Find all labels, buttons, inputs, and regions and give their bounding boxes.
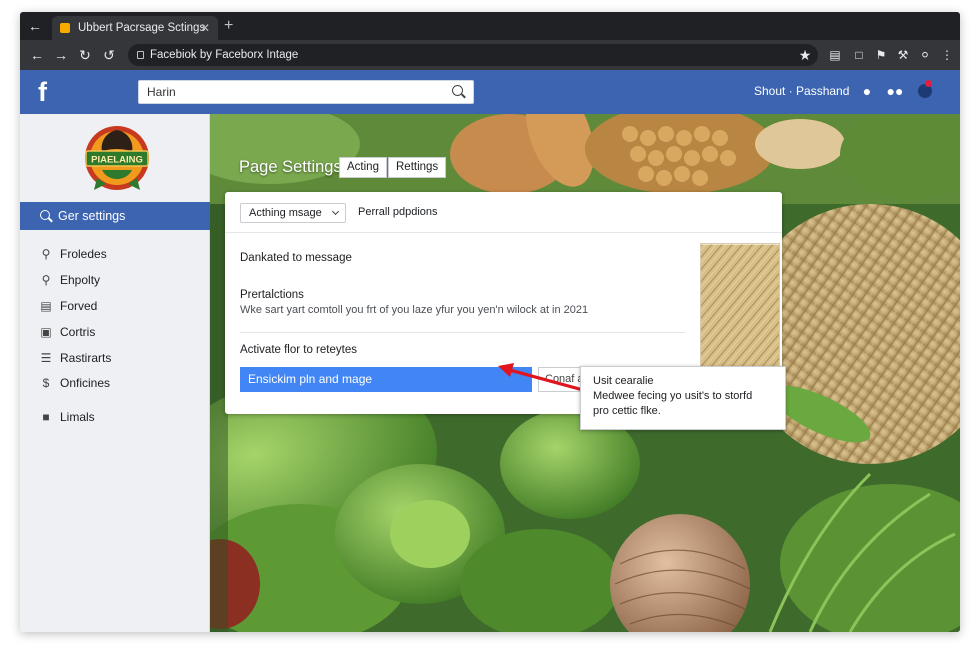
sidebar-item-label: Limals xyxy=(60,410,95,424)
flag-icon[interactable]: ⚑ xyxy=(872,46,890,64)
sidebar-item-label: Onficines xyxy=(60,376,111,390)
browser-window: ← Ubbert Pacrsage Sctings ✕ + ← → ↻ ↺ Fa… xyxy=(20,12,960,632)
contact-icon: ▣ xyxy=(40,325,52,339)
back-icon[interactable]: ← xyxy=(28,46,46,64)
tooltip-text: Medwee fecing yo usit's to storfd xyxy=(593,390,753,402)
notifications-icon[interactable] xyxy=(916,80,934,100)
menu-icon[interactable]: ⋮ xyxy=(938,46,956,64)
address-bar[interactable]: Facebiok by Faceborx Intage xyxy=(128,44,818,66)
browser-toolbar: ← → ↻ ↺ Facebiok by Faceborx Intage ★ ▤ … xyxy=(20,40,960,70)
sidebar-item-label: Cortris xyxy=(60,325,96,339)
search-icon[interactable] xyxy=(452,85,463,96)
tooltip: Usit cearalie Medwee fecing yo usit's to… xyxy=(580,366,786,430)
setting-title-prertalctions: Prertalctions xyxy=(240,289,304,301)
tooltip-title: Usit cearalie xyxy=(593,375,654,387)
sidebar-item-label: Rastirarts xyxy=(60,351,112,365)
tab-strip: ← Ubbert Pacrsage Sctings ✕ + xyxy=(20,12,960,40)
close-icon[interactable]: ✕ xyxy=(200,16,210,40)
new-tab-icon[interactable]: + xyxy=(224,16,233,36)
search-value: Harin xyxy=(147,85,176,99)
url-text: Facebiok by Faceborx Intage xyxy=(150,49,299,61)
divider xyxy=(240,332,685,333)
tab-title: Ubbert Pacrsage Sctings xyxy=(78,22,206,34)
tooltip-text: pro cettic flke. xyxy=(593,405,661,417)
sidebar-item-label: Ger settings xyxy=(58,209,126,223)
sidebar-item-ehpolty[interactable]: ⚲ Ehpolty xyxy=(20,268,210,292)
star-icon[interactable]: ★ xyxy=(796,46,814,64)
sidebar-item-forved[interactable]: ▤ Forved xyxy=(20,294,210,318)
browser-tab[interactable]: Ubbert Pacrsage Sctings ✕ xyxy=(52,16,218,40)
facebook-logo-icon[interactable]: f xyxy=(38,77,62,107)
setting-row-message[interactable]: Dankated to message xyxy=(240,252,352,264)
search-icon xyxy=(40,210,50,220)
rope-thumbnail-image xyxy=(700,243,780,368)
sidebar: PIAELAING Ger settings ⚲ Froledes ⚲ Ehpo… xyxy=(20,114,210,632)
chevron-down-icon xyxy=(331,207,340,216)
tab-perrall-options[interactable]: Perrall pdpdions xyxy=(358,206,438,218)
sidebar-item-limals[interactable]: ■ Limals xyxy=(20,405,210,429)
primary-action-button[interactable]: Ensickim pln and mage xyxy=(240,367,532,392)
tab-favicon-icon xyxy=(60,23,70,33)
sidebar-item-label: Forved xyxy=(60,299,98,313)
setting-description: Wke sart yart comtoll you frt of you laz… xyxy=(240,304,589,316)
reader-icon[interactable]: □ xyxy=(850,46,868,64)
refresh-icon[interactable]: ↺ xyxy=(100,46,118,64)
tab-acting[interactable]: Acting xyxy=(339,157,387,178)
forward-icon[interactable]: → xyxy=(52,46,70,64)
list-icon: ☰ xyxy=(40,351,52,365)
search-input[interactable]: Harin xyxy=(138,80,474,104)
lock-icon xyxy=(137,51,144,59)
back-arrow-icon[interactable]: ← xyxy=(26,17,44,35)
pin-icon: ⚲ xyxy=(41,273,51,287)
lock-icon: ■ xyxy=(42,410,50,424)
setting-title-activate: Activate flor to reteytes xyxy=(240,344,357,356)
sidebar-item-froledes[interactable]: ⚲ Froledes xyxy=(20,242,210,266)
dropdown-value: Acthing msage xyxy=(249,207,322,219)
sidebar-item-label: Froledes xyxy=(60,247,107,261)
friends-icon[interactable]: ●● xyxy=(886,82,904,100)
divider xyxy=(225,232,782,233)
sidebar-item-ger-settings[interactable]: Ger settings xyxy=(20,202,210,230)
tab-rettings[interactable]: Rettings xyxy=(388,157,447,178)
page-logo: PIAELAING xyxy=(85,126,149,190)
logo-text: PIAELAING xyxy=(91,155,143,166)
facebook-header: f Harin Shout · Passhand ● ●● xyxy=(20,70,960,114)
profile-icon[interactable]: ⚪ xyxy=(916,46,934,64)
sidebar-item-onficines[interactable]: $ Onficines xyxy=(20,371,210,395)
message-dropdown[interactable]: Acthing msage xyxy=(240,203,346,223)
dollar-icon: $ xyxy=(42,376,50,390)
page-title: Page Settings xyxy=(239,158,342,176)
extension-icon[interactable]: ▤ xyxy=(826,46,844,64)
person-icon[interactable]: ● xyxy=(858,82,876,100)
document-icon: ▤ xyxy=(40,299,52,313)
user-link[interactable]: Shout · Passhand xyxy=(754,84,849,98)
sidebar-item-cortris[interactable]: ▣ Cortris xyxy=(20,320,210,344)
wrench-icon[interactable]: ⚒ xyxy=(894,46,912,64)
sidebar-item-label: Ehpolty xyxy=(60,273,101,287)
notification-badge xyxy=(925,80,932,87)
reload-icon[interactable]: ↻ xyxy=(76,46,94,64)
sidebar-item-rastirarts[interactable]: ☰ Rastirarts xyxy=(20,346,210,370)
search-icon: ⚲ xyxy=(41,247,51,261)
